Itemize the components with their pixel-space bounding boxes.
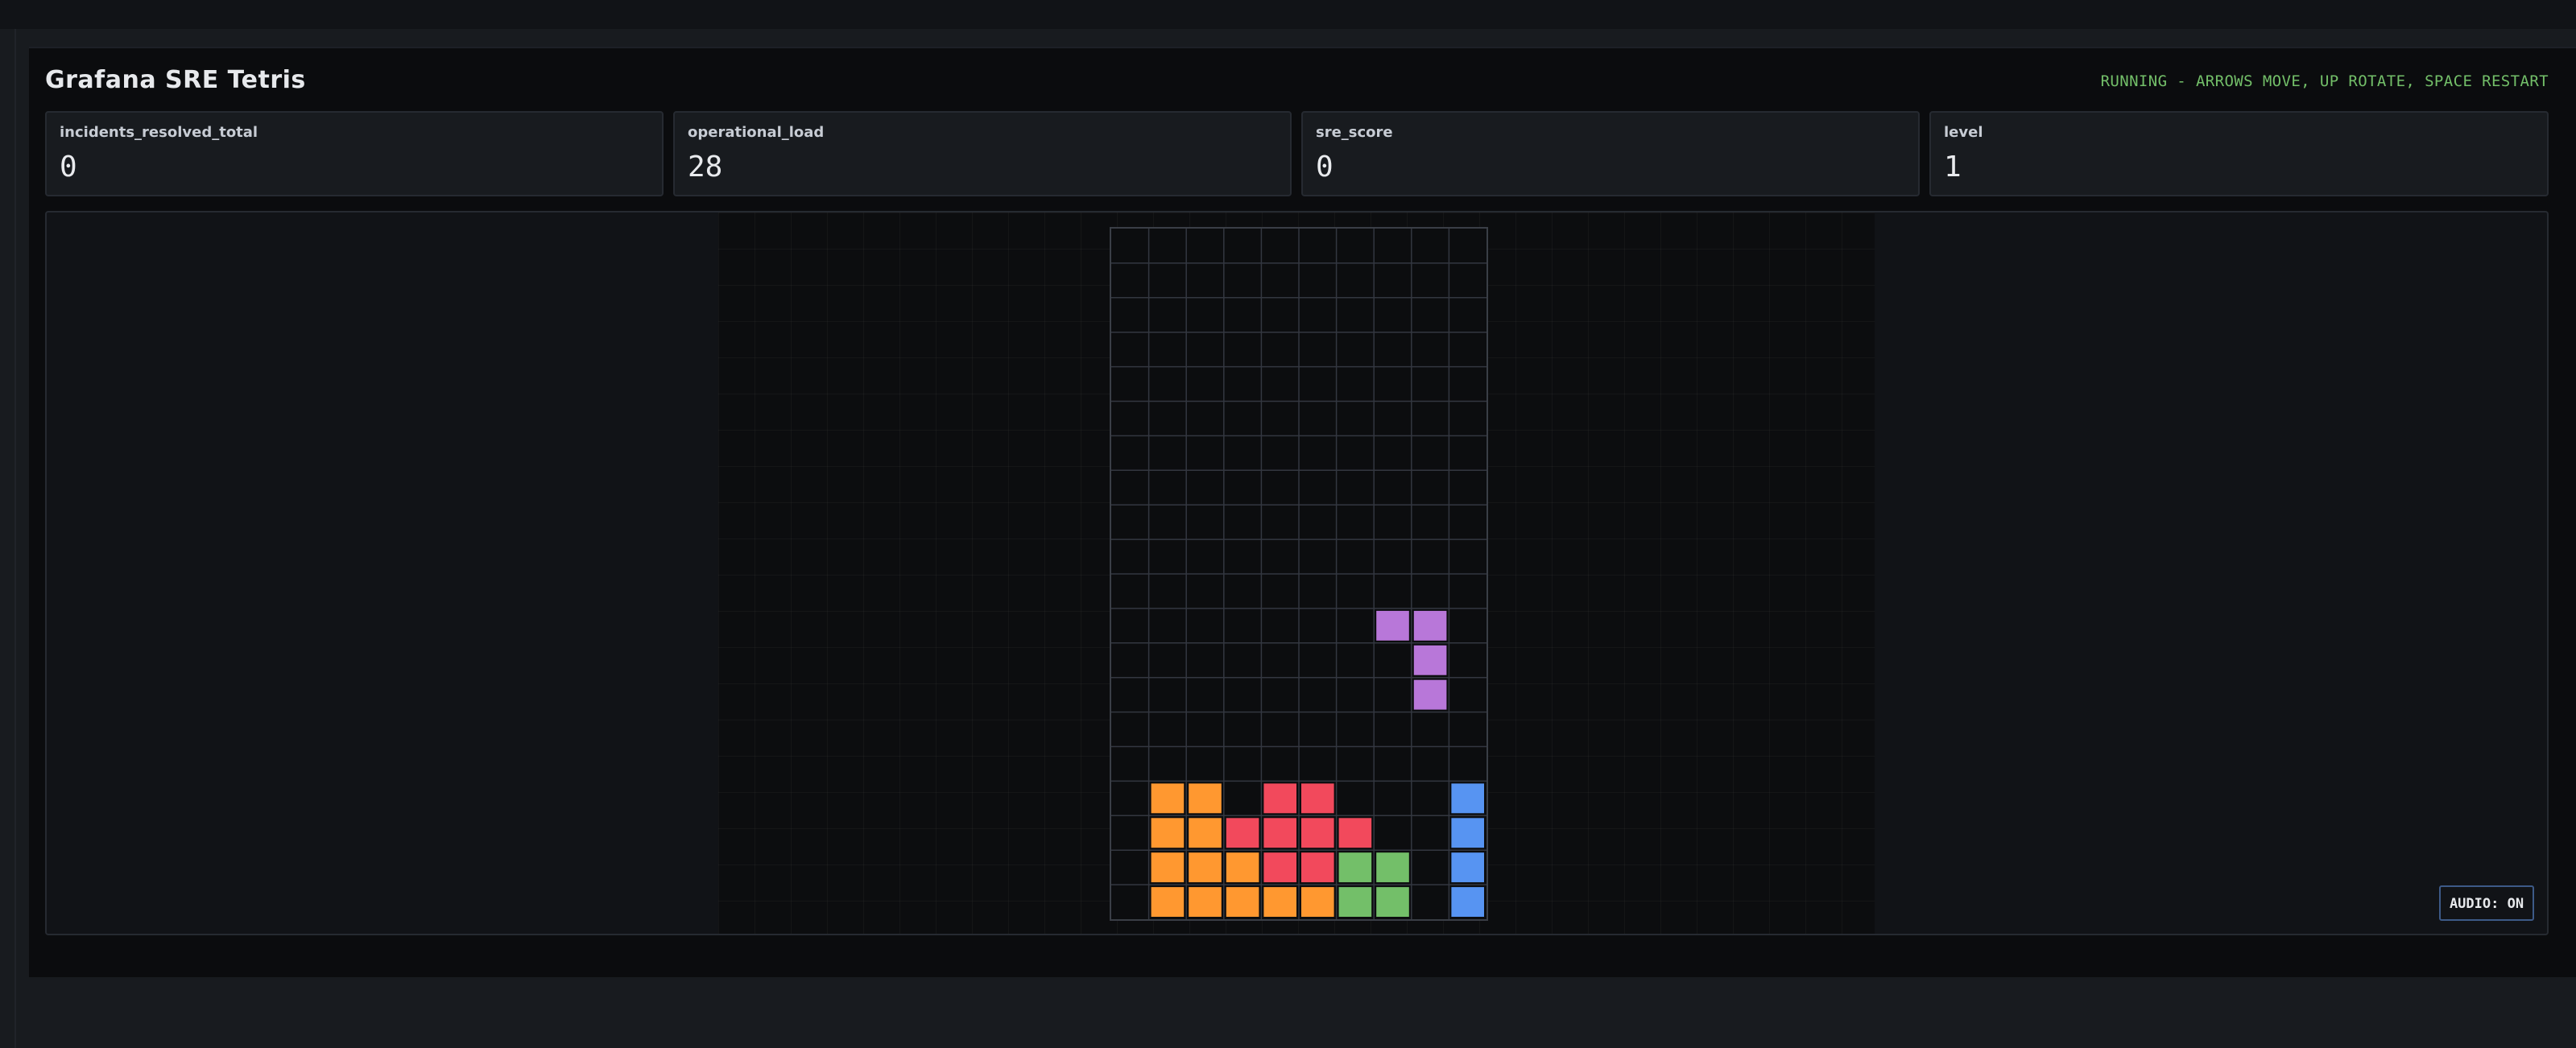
locked-block bbox=[1301, 852, 1334, 883]
tetris-playfield[interactable] bbox=[1110, 227, 1488, 921]
locked-block bbox=[1151, 852, 1185, 883]
locked-block bbox=[1189, 887, 1222, 917]
stat-incidents-resolved: incidents_resolved_total 0 bbox=[45, 111, 664, 196]
locked-block bbox=[1376, 887, 1409, 917]
locked-block bbox=[1151, 783, 1185, 814]
game-board-panel: AUDIO: ON bbox=[45, 211, 2549, 935]
locked-block bbox=[1376, 852, 1409, 883]
locked-block bbox=[1451, 852, 1484, 883]
locked-block bbox=[1189, 818, 1222, 848]
locked-block bbox=[1338, 887, 1372, 917]
locked-block bbox=[1451, 818, 1484, 848]
active-piece-block bbox=[1413, 610, 1447, 641]
locked-block bbox=[1301, 818, 1334, 848]
locked-block bbox=[1263, 783, 1296, 814]
locked-block bbox=[1338, 818, 1372, 848]
top-strip bbox=[0, 0, 2576, 29]
active-piece-block bbox=[1376, 610, 1409, 641]
game-status: RUNNING - ARROWS MOVE, UP ROTATE, SPACE … bbox=[2100, 72, 2549, 90]
locked-block bbox=[1451, 887, 1484, 917]
stat-value: 0 bbox=[1316, 151, 1333, 184]
stat-label: operational_load bbox=[688, 124, 825, 141]
locked-block bbox=[1301, 887, 1334, 917]
tetris-grid bbox=[1111, 229, 1486, 919]
stat-operational-load: operational_load 28 bbox=[673, 111, 1292, 196]
locked-block bbox=[1451, 783, 1484, 814]
locked-block bbox=[1189, 852, 1222, 883]
locked-block bbox=[1301, 783, 1334, 814]
stat-label: sre_score bbox=[1316, 124, 1393, 141]
locked-block bbox=[1226, 887, 1259, 917]
locked-block bbox=[1338, 852, 1372, 883]
audio-toggle-button[interactable]: AUDIO: ON bbox=[2439, 885, 2534, 921]
stat-sre-score: sre_score 0 bbox=[1301, 111, 1920, 196]
active-piece-block bbox=[1413, 645, 1447, 675]
locked-block bbox=[1226, 852, 1259, 883]
locked-block bbox=[1263, 818, 1296, 848]
stat-level: level 1 bbox=[1929, 111, 2549, 196]
locked-block bbox=[1151, 887, 1185, 917]
stat-value: 28 bbox=[688, 151, 723, 184]
page-shell: Grafana SRE Tetris RUNNING - ARROWS MOVE… bbox=[0, 0, 2576, 1048]
locked-block bbox=[1151, 818, 1185, 848]
locked-block bbox=[1263, 887, 1296, 917]
active-piece-block bbox=[1413, 679, 1447, 710]
page-title: Grafana SRE Tetris bbox=[45, 66, 306, 94]
stat-value: 0 bbox=[60, 151, 77, 184]
locked-block bbox=[1263, 852, 1296, 883]
locked-block bbox=[1189, 783, 1222, 814]
stat-value: 1 bbox=[1944, 151, 1962, 184]
stat-label: incidents_resolved_total bbox=[60, 124, 258, 141]
stat-label: level bbox=[1944, 124, 1983, 141]
locked-block bbox=[1226, 818, 1259, 848]
left-edge-divider bbox=[14, 29, 16, 1048]
